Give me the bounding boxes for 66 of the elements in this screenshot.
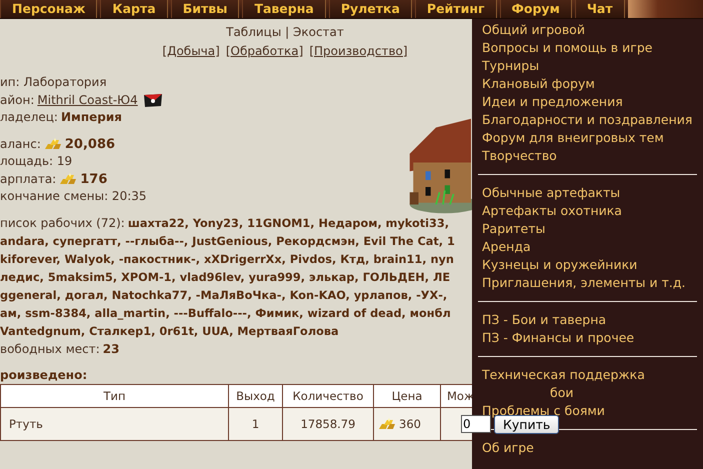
workers-list-line: andara, супергатт, --глыба--, JustGenious, Рекордсмэн, Evil The Cat, 1 <box>0 234 455 250</box>
nav-tab[interactable]: Персонаж <box>0 0 98 18</box>
menu-item[interactable]: Приглашения, элементы и т.д. <box>472 274 703 292</box>
menu-item[interactable]: Обычные артефакты <box>472 184 703 202</box>
district-link[interactable]: Mithril Coast-Ю4 <box>37 92 138 109</box>
district-label: айон: <box>0 92 34 108</box>
menu-item[interactable]: Кузнецы и оружейники <box>472 256 703 274</box>
workers-label: писок рабочих (72): <box>0 214 125 232</box>
menu-item[interactable]: Раритеты <box>472 220 703 238</box>
workers-list-line: шахта22, Yony23, 11GNOM1, Недаром, mykoti33, <box>128 216 450 232</box>
ingots-icon <box>44 138 62 150</box>
area-text: лощадь: 19 <box>0 153 72 170</box>
free-places-value: 23 <box>102 340 120 358</box>
section-link[interactable]: [Обработка] <box>226 44 304 58</box>
workers-list-line: ам, ssm-8384, alla_martin, ---Buffalo---, Фимик, wizard of dead, монбл <box>0 306 451 322</box>
workers-list-line: ggeneral, догал, Natochka77, -МаЛяВоЧка-, Kon-KAO, урлапов, -УХ-, <box>0 288 448 304</box>
nav-tab[interactable]: Битвы <box>170 0 240 18</box>
ingots-icon <box>378 418 396 430</box>
column-header: Тип <box>0 384 228 408</box>
nav-tab[interactable]: Чат <box>574 0 625 18</box>
menu-item[interactable]: Артефакты охотника <box>472 202 703 220</box>
workers-list-line: Vantedgnum, Сталкер1, 0r61t, UUA, МертваяГолова <box>0 324 339 340</box>
section-link[interactable]: [Добыча] <box>162 44 220 58</box>
menu-item[interactable]: Общий игровой <box>472 21 703 39</box>
column-header: Количество <box>282 384 374 408</box>
menu-item[interactable]: Об игре <box>472 439 703 457</box>
menu-item[interactable]: Идеи и предложения <box>472 93 703 111</box>
menu-item[interactable]: Аренда <box>472 238 703 256</box>
nav-tab[interactable]: Таверна <box>242 0 326 18</box>
column-header: Цена <box>374 384 440 408</box>
workers-list-line: ледис, 5maksim5, ХРОМ-1, vlad96lev, yura999, элькар, ГОЛЬДЕН, ЛЕ <box>0 270 450 286</box>
type-text: ип: Лаборатория <box>0 74 107 91</box>
ingots-icon <box>59 173 78 186</box>
menu-item[interactable]: ПЗ - Бои и таверна <box>472 311 703 329</box>
flag-icon <box>144 94 162 107</box>
owner-label: ладелец: <box>0 109 58 126</box>
column-header: Выход <box>228 384 282 408</box>
balance-value: 20,086 <box>64 136 116 153</box>
page-title: Таблицы | Экостат <box>226 25 344 39</box>
table-cell: Ртуть <box>0 408 228 440</box>
menu-item[interactable]: Форум для внеигровых тем <box>472 129 703 147</box>
menu-item[interactable]: Клановый форум <box>472 75 703 93</box>
menu-item[interactable]: Техническая поддержка <box>472 366 703 384</box>
free-places-label: вободных мест: <box>0 340 100 358</box>
nav-tab[interactable]: Форум <box>500 0 572 18</box>
menu-item[interactable]: Благодарности и поздравления <box>472 111 703 129</box>
section-link[interactable]: [Производство] <box>309 44 408 58</box>
menu-item[interactable]: Турниры <box>472 57 703 75</box>
nav-tab[interactable]: Рейтинг <box>414 0 496 18</box>
menu-item[interactable]: Творчество <box>472 147 703 165</box>
salary-value: 176 <box>80 170 108 188</box>
shift-end-text: кончание смены: 20:35 <box>0 188 147 205</box>
amount-field[interactable]: 0 <box>461 415 491 433</box>
nav-tab[interactable]: Рулетка <box>328 0 412 18</box>
balance-label: аланс: <box>0 136 41 152</box>
workers-list-line: kiforever, Walyok, -пакостник-, xXDrigerrXx, Pivdos, Ктд, brain11, nyn <box>0 252 454 268</box>
owner-value: Империя <box>60 109 122 126</box>
buy-button[interactable]: Купить <box>494 414 560 434</box>
table-cell: 1 <box>228 408 282 440</box>
nav-tab[interactable]: Карта <box>100 0 168 18</box>
table-cell: 17858.79 <box>282 408 374 440</box>
menu-item[interactable]: Вопросы и помощь в игре <box>472 39 703 57</box>
salary-label: арплата: <box>0 170 56 188</box>
price-value: 360 <box>399 417 421 431</box>
menu-item[interactable]: ПЗ - Финансы и прочее <box>472 329 703 347</box>
produced-title: роизведено: <box>0 368 88 382</box>
